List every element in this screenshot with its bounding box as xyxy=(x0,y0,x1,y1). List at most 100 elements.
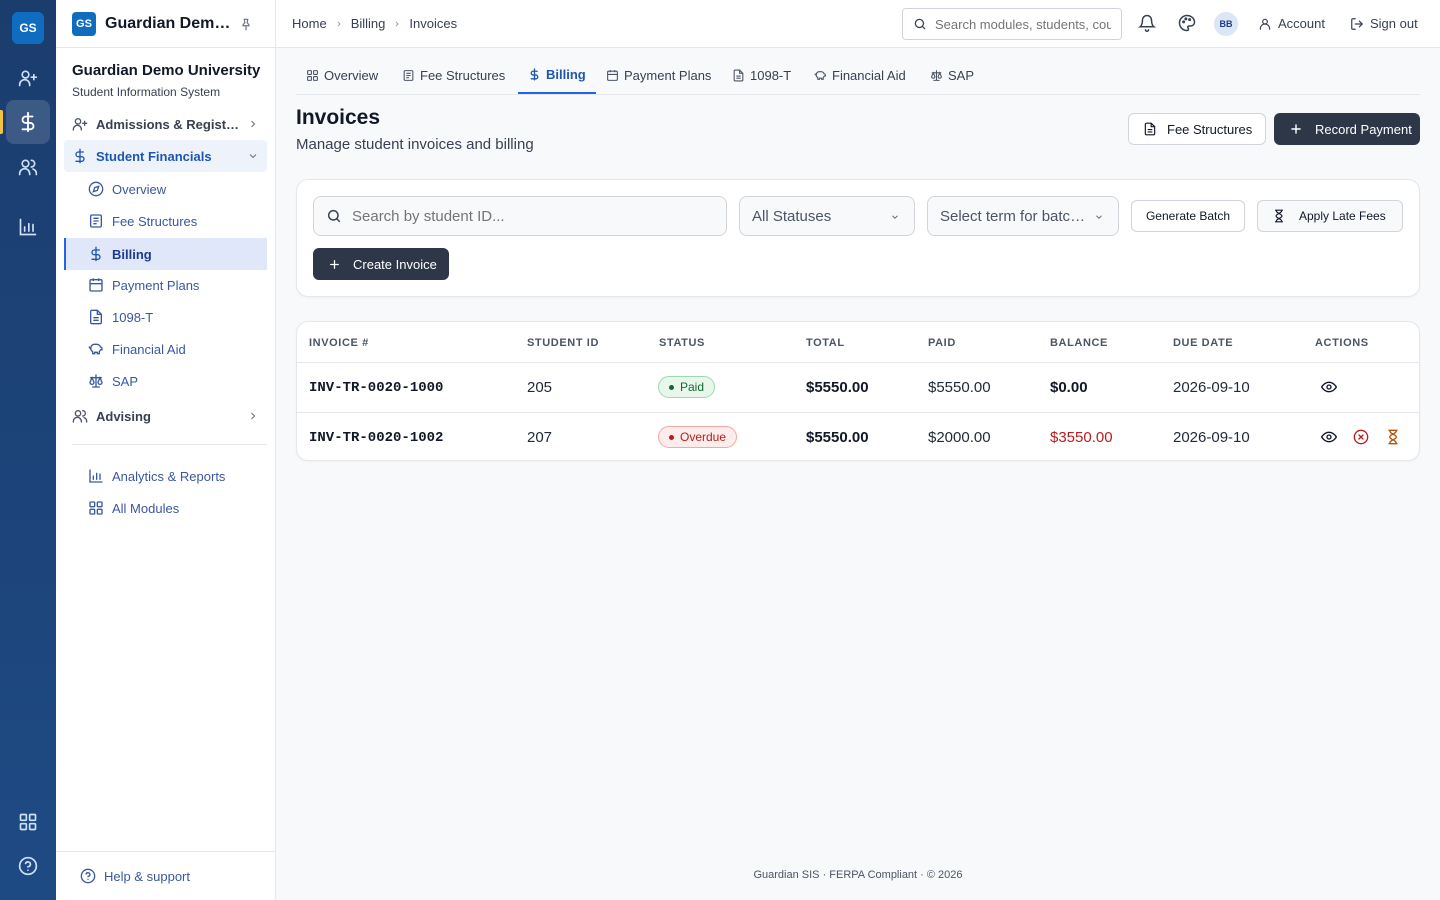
generate-batch-label: Generate Batch xyxy=(1145,209,1231,223)
tab-label: Billing xyxy=(546,66,586,82)
chevron-down-icon xyxy=(1096,215,1102,219)
sidebar-item-all-modules[interactable]: All Modules xyxy=(64,492,267,524)
invoice-total: $5550.00 xyxy=(806,379,869,396)
rail-financials-button[interactable] xyxy=(6,100,50,144)
column-header-paid[interactable]: PAID xyxy=(928,337,956,349)
invoice-number[interactable]: INV-TR-0020-1000 xyxy=(309,380,443,396)
rail-active-marker xyxy=(0,110,3,134)
term-select[interactable]: Select term for batch... xyxy=(927,196,1119,236)
sidebar-divider xyxy=(72,444,267,445)
rail-logo[interactable]: GS xyxy=(12,12,44,44)
tab-sap[interactable]: SAP xyxy=(920,56,984,94)
generate-batch-button[interactable]: Generate Batch xyxy=(1131,200,1245,232)
sidebar-sub-overview[interactable]: Overview xyxy=(64,173,267,205)
grid-icon xyxy=(307,69,318,81)
sidebar-item-analytics[interactable]: Analytics & Reports xyxy=(64,460,267,492)
sidebar-footer: Help & support xyxy=(56,851,276,900)
sidebar-sub-fee-structures[interactable]: Fee Structures xyxy=(64,205,267,237)
user-icon xyxy=(1259,18,1271,30)
account-link[interactable]: Account xyxy=(1258,16,1325,31)
sidebar-sub-financial-aid[interactable]: Financial Aid xyxy=(64,333,267,365)
table-row[interactable]: INV-TR-0020-1002 207 Overdue $5550.00 $2… xyxy=(297,412,1419,460)
sidebar-sub-billing[interactable]: Billing xyxy=(64,238,267,270)
sidebar-sub-1098t[interactable]: 1098-T xyxy=(64,301,267,333)
hourglass-icon[interactable] xyxy=(1385,429,1401,445)
tab-label: 1098-T xyxy=(750,67,792,83)
help-support-link[interactable]: Help & support xyxy=(80,868,190,884)
invoice-total: $5550.00 xyxy=(806,429,869,446)
user-plus-icon xyxy=(72,118,88,131)
sidebar-item-admissions[interactable]: Admissions & Registration xyxy=(64,108,267,140)
receipt-icon xyxy=(90,214,102,228)
table-header: INVOICE # STUDENT ID STATUS TOTAL PAID B… xyxy=(297,322,1419,363)
global-search[interactable] xyxy=(902,8,1122,40)
column-header-student-id[interactable]: STUDENT ID xyxy=(527,337,599,349)
fee-structures-button[interactable]: Fee Structures xyxy=(1128,113,1266,145)
page-footer: Guardian SIS · FERPA Compliant · © 2026 xyxy=(753,869,963,881)
grid-icon xyxy=(19,813,37,831)
sidebar-item-advising[interactable]: Advising xyxy=(64,400,267,432)
invoice-due-date: 2026-09-10 xyxy=(1173,429,1250,446)
account-label: Account xyxy=(1278,16,1325,31)
sign-out-link[interactable]: Sign out xyxy=(1350,16,1418,31)
rail-all-modules-button[interactable] xyxy=(6,800,50,844)
sidebar-sub-label: Billing xyxy=(112,246,152,262)
university-name: Guardian Demo University xyxy=(72,62,261,79)
table-row[interactable]: INV-TR-0020-1000 205 Paid $5550.00 $5550… xyxy=(297,363,1419,412)
tab-financial-aid[interactable]: Financial Aid xyxy=(804,56,916,94)
sidebar-sub-label: Financial Aid xyxy=(112,341,186,357)
eye-icon[interactable] xyxy=(1321,379,1337,395)
x-circle-icon[interactable] xyxy=(1353,429,1369,445)
global-search-input[interactable] xyxy=(935,16,1111,32)
tab-payment-plans[interactable]: Payment Plans xyxy=(596,56,721,94)
tab-overview[interactable]: Overview xyxy=(296,56,388,94)
rail-advising-button[interactable] xyxy=(6,145,50,189)
tab-fee-structures[interactable]: Fee Structures xyxy=(392,56,515,94)
module-tabs: Overview Fee Structures Billing Payment … xyxy=(296,56,1420,95)
tab-billing[interactable]: Billing xyxy=(518,56,596,94)
search-icon xyxy=(327,209,341,223)
student-search-input[interactable] xyxy=(352,207,712,225)
pin-icon[interactable] xyxy=(239,17,253,31)
column-header-invoice[interactable]: INVOICE # xyxy=(309,337,369,349)
column-header-balance[interactable]: BALANCE xyxy=(1050,337,1108,349)
record-payment-button[interactable]: Record Payment xyxy=(1274,113,1420,145)
invoice-balance: $0.00 xyxy=(1050,379,1088,396)
dollar-icon xyxy=(530,67,539,81)
sidebar-item-label: Admissions & Registration xyxy=(96,116,241,132)
file-text-icon xyxy=(1144,122,1156,136)
invoice-number[interactable]: INV-TR-0020-1002 xyxy=(309,430,443,446)
rail-admissions-button[interactable] xyxy=(6,56,50,100)
avatar[interactable]: BB xyxy=(1214,12,1238,36)
top-bar: Home Billing Invoices BB Account Sign ou… xyxy=(276,0,1440,48)
bell-icon[interactable] xyxy=(1138,14,1156,32)
student-search[interactable] xyxy=(313,196,727,236)
palette-icon[interactable] xyxy=(1178,14,1196,32)
sidebar-sub-payment-plans[interactable]: Payment Plans xyxy=(64,269,267,301)
column-header-status[interactable]: STATUS xyxy=(659,337,705,349)
piggy-bank-icon xyxy=(814,70,826,80)
tab-1098t[interactable]: 1098-T xyxy=(722,56,801,94)
filter-card: All Statuses Select term for batch... Ge… xyxy=(296,179,1420,297)
rail-help-button[interactable] xyxy=(6,844,50,888)
eye-icon[interactable] xyxy=(1321,429,1337,445)
student-id: 205 xyxy=(527,379,553,396)
breadcrumb-home[interactable]: Home xyxy=(292,16,327,31)
rail-analytics-button[interactable] xyxy=(6,205,50,249)
column-header-due-date[interactable]: DUE DATE xyxy=(1173,337,1233,349)
sidebar-item-student-financials[interactable]: Student Financials xyxy=(64,140,267,172)
status-select-value: All Statuses xyxy=(752,207,832,225)
column-header-total[interactable]: TOTAL xyxy=(806,337,845,349)
create-invoice-button[interactable]: Create Invoice xyxy=(313,248,449,280)
status-select[interactable]: All Statuses xyxy=(739,196,915,236)
icon-rail: GS xyxy=(0,0,56,900)
breadcrumb-invoices: Invoices xyxy=(409,16,458,31)
breadcrumb-billing[interactable]: Billing xyxy=(351,16,386,31)
sidebar-logo: GS xyxy=(72,11,96,36)
sidebar-header: GS Guardian Demo University xyxy=(56,0,275,48)
sidebar-sub-sap[interactable]: SAP xyxy=(64,365,267,397)
sign-out-label: Sign out xyxy=(1370,16,1418,31)
hourglass-icon xyxy=(1274,209,1284,223)
apply-late-fees-button[interactable]: Apply Late Fees xyxy=(1257,200,1403,232)
dollar-icon xyxy=(21,111,35,133)
